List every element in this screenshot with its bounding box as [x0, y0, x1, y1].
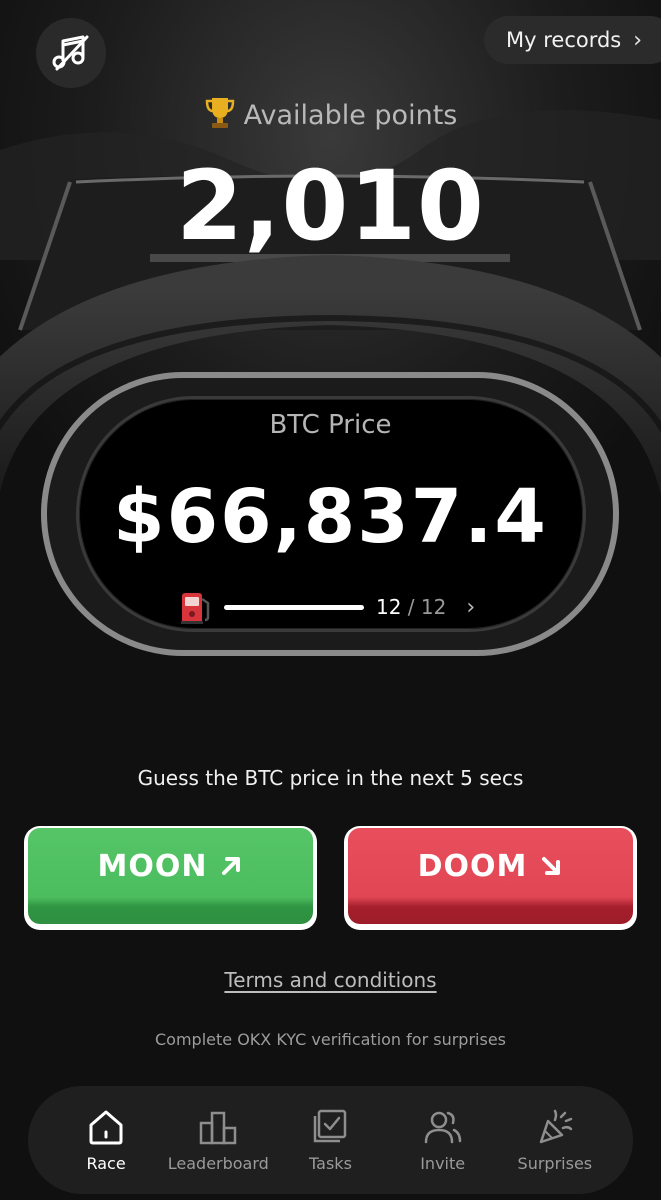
music-toggle-button[interactable]: [36, 18, 106, 88]
arrow-up-right-icon: [222, 857, 241, 875]
tasks-icon: [314, 1109, 347, 1142]
chevron-right-icon: ›: [633, 27, 643, 53]
music-off-icon: [52, 35, 89, 71]
available-points-label: Available points: [0, 96, 661, 131]
points-value: 2,010: [176, 150, 485, 262]
my-records-button[interactable]: My records ›: [484, 16, 661, 64]
nav-label-tasks: Tasks: [309, 1153, 352, 1173]
fuel-total: 12: [420, 595, 447, 619]
fuel-current: 12: [376, 595, 402, 619]
nav-label-leaderboard: Leaderboard: [167, 1153, 269, 1173]
trophy-icon: [205, 98, 234, 128]
guess-prompt: Guess the BTC price in the next 5 secs: [137, 766, 524, 790]
my-records-label: My records: [506, 28, 622, 52]
arrow-down-right-icon: [542, 857, 561, 875]
nav-item-race[interactable]: Race: [52, 1108, 160, 1173]
nav-item-invite[interactable]: Invite: [389, 1108, 497, 1173]
moon-button[interactable]: MOON: [24, 826, 317, 930]
nav-item-tasks[interactable]: Tasks: [276, 1108, 384, 1173]
doom-button-label: DOOM: [417, 848, 528, 884]
btc-price-value: $66,837.4: [113, 474, 548, 560]
fuel-pump-icon: [181, 593, 210, 624]
available-points-text: Available points: [243, 100, 458, 131]
kyc-note: Complete OKX KYC verification for surpri…: [155, 1030, 506, 1049]
fuel-progress-bar: [224, 604, 364, 610]
fuel-indicator[interactable]: 12 / 12 ›: [180, 588, 475, 626]
moon-button-label: MOON: [97, 848, 208, 884]
fuel-count: 12 / 12: [376, 595, 446, 619]
doom-button[interactable]: DOOM: [344, 826, 637, 930]
invite-icon: [424, 1111, 461, 1143]
bottom-nav: Race Leaderboard Tasks Invite Surprises: [28, 1086, 633, 1194]
leaderboard-icon: [200, 1111, 237, 1144]
fuel-separator: /: [401, 595, 421, 619]
nav-item-leaderboard[interactable]: Leaderboard: [164, 1108, 272, 1173]
nav-label-race: Race: [86, 1153, 126, 1173]
nav-label-surprises: Surprises: [517, 1153, 593, 1173]
btc-price-label: BTC Price: [269, 410, 392, 440]
home-icon: [89, 1110, 123, 1144]
party-popper-icon: [539, 1109, 573, 1143]
terms-link[interactable]: Terms and conditions: [0, 968, 661, 992]
nav-label-invite: Invite: [420, 1153, 466, 1173]
nav-item-surprises[interactable]: Surprises: [501, 1108, 609, 1173]
chevron-right-icon: ›: [466, 594, 476, 620]
